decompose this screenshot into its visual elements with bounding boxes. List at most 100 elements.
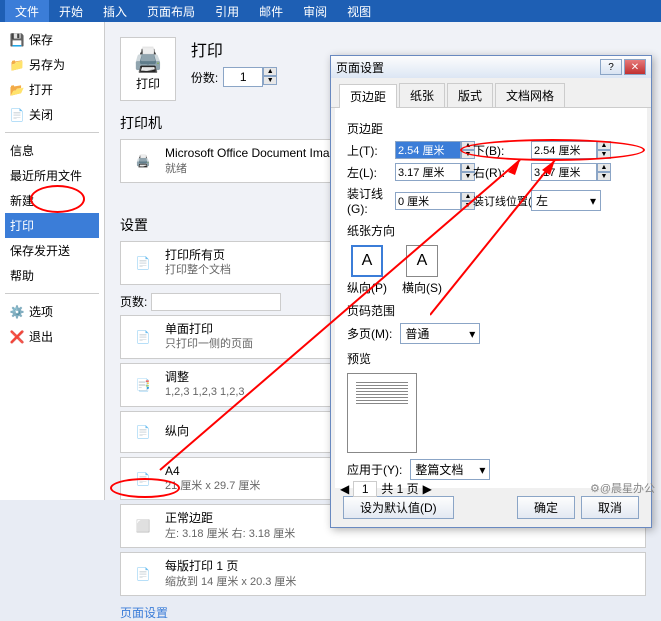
- open-icon: 📂: [10, 83, 24, 97]
- margin-right-input[interactable]: [531, 163, 597, 181]
- paper-icon: 📄: [129, 465, 157, 493]
- pages-label: 页数:: [120, 295, 147, 309]
- bottom-label: 下(B):: [473, 142, 523, 159]
- sidebar-label: 最近所用文件: [10, 167, 82, 184]
- page-icon: 📄: [129, 323, 157, 351]
- dropdown-icon: ▾: [469, 327, 475, 341]
- spin-down-icon[interactable]: ▼: [263, 76, 277, 85]
- sidebar-item-save[interactable]: 💾保存: [5, 27, 99, 52]
- page-icon: 📄: [129, 249, 157, 277]
- page-navigator: ◀ 共 1 页 ▶: [340, 480, 432, 497]
- tab-margins[interactable]: 页边距: [339, 84, 397, 108]
- right-label: 右(R):: [473, 164, 523, 181]
- sidebar-item-recent[interactable]: 最近所用文件: [5, 163, 99, 188]
- orient-label: 横向(S): [402, 279, 442, 296]
- spin-down-icon[interactable]: ▼: [597, 172, 611, 181]
- collate-icon: 📑: [129, 371, 157, 399]
- orient-landscape[interactable]: A横向(S): [402, 245, 442, 296]
- sidebar-label: 信息: [10, 142, 34, 159]
- printer-device-icon: 🖨️: [129, 147, 157, 175]
- tab-grid[interactable]: 文档网格: [495, 83, 565, 107]
- gutter-input[interactable]: [395, 192, 461, 210]
- close-button[interactable]: ✕: [624, 59, 646, 75]
- watermark: ⚙@晨星办公: [590, 480, 655, 496]
- multipage-label: 多页(M):: [347, 325, 392, 342]
- setting-pages-per-sheet[interactable]: 📄 每版打印 1 页缩放到 14 厘米 x 20.3 厘米: [120, 552, 646, 596]
- saveas-icon: 📁: [10, 58, 24, 72]
- sidebar-label: 打开: [29, 81, 53, 98]
- apply-label: 应用于(Y):: [347, 461, 402, 478]
- margins-group-label: 页边距: [347, 120, 635, 137]
- gutter-pos-value: 左: [536, 192, 548, 209]
- ribbon-tab-review[interactable]: 审阅: [293, 0, 337, 23]
- sidebar-item-open[interactable]: 📂 打开: [5, 77, 99, 102]
- sidebar-label: 打印: [10, 217, 34, 234]
- multipage-select[interactable]: 普通▾: [400, 323, 480, 344]
- copies-label: 份数:: [191, 69, 218, 86]
- sidebar-item-options[interactable]: ⚙️选项: [5, 299, 99, 324]
- setting-sub: 缩放到 14 厘米 x 20.3 厘米: [165, 575, 637, 589]
- apply-select[interactable]: 整篇文档▾: [410, 459, 490, 480]
- apply-value: 整篇文档: [415, 461, 463, 478]
- ribbon-tab-references[interactable]: 引用: [205, 0, 249, 23]
- save-icon: 💾: [10, 33, 24, 47]
- orient-portrait[interactable]: A纵向(P): [347, 245, 387, 296]
- sidebar-item-info[interactable]: 信息: [5, 138, 99, 163]
- sidebar-item-help[interactable]: 帮助: [5, 263, 99, 288]
- setting-sub: 左: 3.18 厘米 右: 3.18 厘米: [165, 527, 637, 541]
- ribbon-tab-insert[interactable]: 插入: [93, 0, 137, 23]
- ribbon-tab-view[interactable]: 视图: [337, 0, 381, 23]
- print-header: 打印: [191, 37, 277, 61]
- left-label: 左(L):: [347, 164, 387, 181]
- spin-down-icon[interactable]: ▼: [597, 150, 611, 159]
- copies-input[interactable]: [223, 67, 263, 87]
- spin-up-icon[interactable]: ▲: [263, 67, 277, 76]
- sidebar-item-saveas[interactable]: 📁另存为: [5, 52, 99, 77]
- help-button[interactable]: ?: [600, 59, 622, 75]
- sidebar-label: 退出: [29, 328, 53, 345]
- page-input[interactable]: [353, 481, 377, 497]
- margin-left-input[interactable]: [395, 163, 461, 181]
- pages-input[interactable]: [151, 293, 281, 311]
- dialog-tabs: 页边距 纸张 版式 文档网格: [331, 78, 651, 108]
- preview-thumbnail: [347, 373, 417, 453]
- dropdown-icon: ▾: [590, 194, 596, 208]
- sheet-icon: 📄: [129, 560, 157, 588]
- spin-up-icon[interactable]: ▲: [597, 163, 611, 172]
- portrait-icon: 📄: [129, 418, 157, 446]
- cancel-button[interactable]: 取消: [581, 496, 639, 519]
- page-setup-link[interactable]: 页面设置: [120, 604, 168, 621]
- gutter-pos-select[interactable]: 左▾: [531, 190, 601, 211]
- exit-icon: ❌: [10, 330, 24, 344]
- ribbon-tab-home[interactable]: 开始: [49, 0, 93, 23]
- ribbon-tabbar: 文件 开始 插入 页面布局 引用 邮件 审阅 视图: [0, 0, 661, 22]
- dialog-title-text: 页面设置: [336, 59, 384, 76]
- dialog-titlebar[interactable]: 页面设置 ? ✕: [331, 56, 651, 78]
- margin-top-input[interactable]: [395, 141, 461, 159]
- orient-label: 纵向(P): [347, 279, 387, 296]
- setting-title: 每版打印 1 页: [165, 559, 637, 575]
- next-page-button[interactable]: ▶: [423, 482, 432, 496]
- default-button[interactable]: 设为默认值(D): [343, 496, 454, 519]
- print-btn-label: 打印: [136, 75, 160, 92]
- gutter-pos-label: 装订线位置(U):: [473, 193, 523, 209]
- ribbon-tab-file[interactable]: 文件: [5, 0, 49, 23]
- options-icon: ⚙️: [10, 305, 24, 319]
- tab-paper[interactable]: 纸张: [399, 83, 445, 107]
- sidebar-item-new[interactable]: 新建: [5, 188, 99, 213]
- print-button[interactable]: 🖨️ 打印: [120, 37, 176, 101]
- close-icon: 📄: [10, 108, 24, 122]
- sidebar-item-close[interactable]: 📄关闭: [5, 102, 99, 127]
- margin-bottom-input[interactable]: [531, 141, 597, 159]
- spin-up-icon[interactable]: ▲: [597, 141, 611, 150]
- preview-group-label: 预览: [347, 350, 635, 367]
- ribbon-tab-mail[interactable]: 邮件: [249, 0, 293, 23]
- ribbon-tab-layout[interactable]: 页面布局: [137, 0, 205, 23]
- prev-page-button[interactable]: ◀: [340, 482, 349, 496]
- orientation-group-label: 纸张方向: [347, 222, 635, 239]
- sidebar-item-savesend[interactable]: 保存发开送: [5, 238, 99, 263]
- ok-button[interactable]: 确定: [517, 496, 575, 519]
- sidebar-item-exit[interactable]: ❌ 退出: [5, 324, 99, 349]
- tab-layout[interactable]: 版式: [447, 83, 493, 107]
- sidebar-item-print[interactable]: 打印: [5, 213, 99, 238]
